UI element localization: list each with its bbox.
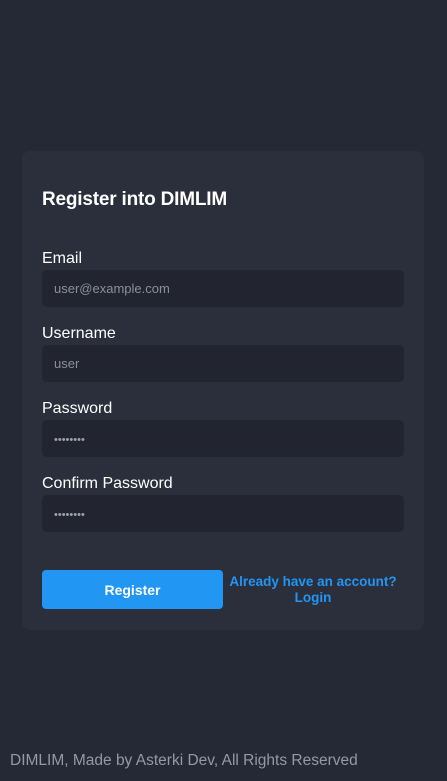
login-link-prompt: Already have an account? <box>229 574 397 589</box>
confirm-password-label: Confirm Password <box>42 475 173 492</box>
email-field[interactable] <box>42 270 404 307</box>
username-field[interactable] <box>42 345 404 382</box>
username-label: Username <box>42 325 116 342</box>
email-label: Email <box>42 250 83 267</box>
footer-copyright: DIMLIM, Made by Asterki Dev, All Rights … <box>10 752 358 769</box>
password-label: Password <box>42 400 113 417</box>
password-field[interactable] <box>42 420 404 457</box>
confirm-password-field[interactable] <box>42 495 404 532</box>
login-link-label: Login <box>294 590 332 605</box>
register-button[interactable]: Register <box>42 570 223 609</box>
login-link[interactable]: Already have an account? Login <box>227 574 399 606</box>
register-card: Register into DIMLIM Email Username Pass… <box>22 151 424 630</box>
register-title: Register into DIMLIM <box>42 189 227 210</box>
